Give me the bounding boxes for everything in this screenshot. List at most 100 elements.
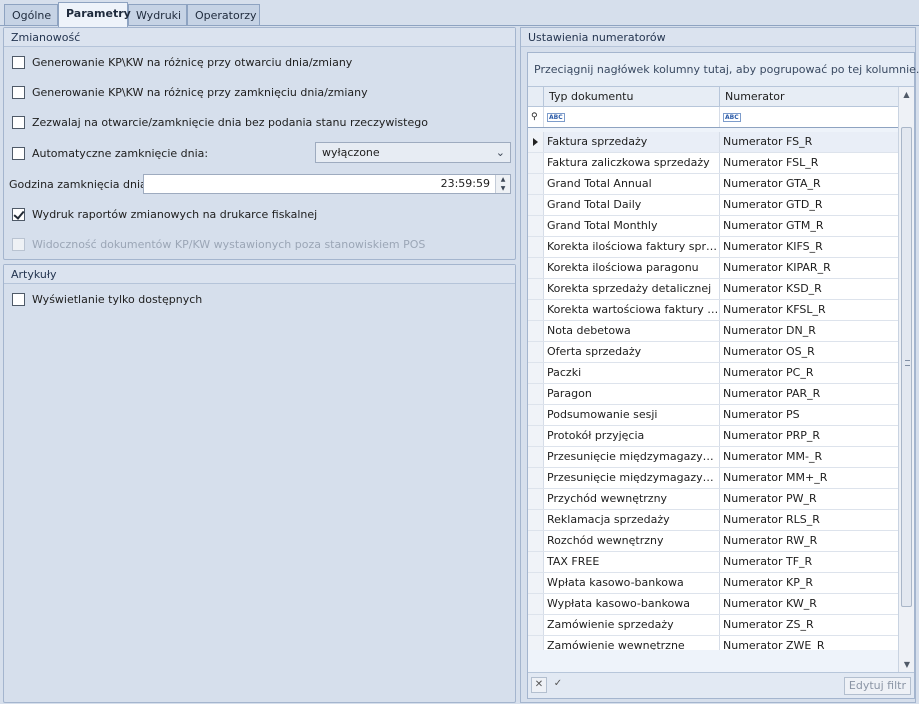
cell-document-type[interactable]: Oferta sprzedaży: [544, 342, 720, 362]
cell-document-type[interactable]: Korekta ilościowa paragonu: [544, 258, 720, 278]
row-indicator[interactable]: [528, 447, 544, 467]
column-header-document-type[interactable]: Typ dokumentu: [544, 87, 720, 106]
table-row[interactable]: Grand Total Monthly Numerator GTM_R: [528, 216, 899, 237]
generate-on-open-row[interactable]: Generowanie KP\KW na różnicę przy otwarc…: [12, 53, 352, 71]
edit-filter-button[interactable]: Edytuj filtr: [843, 677, 911, 695]
row-indicator[interactable]: [528, 636, 544, 650]
table-row[interactable]: Protokół przyjęcia Numerator PRP_R: [528, 426, 899, 447]
row-indicator[interactable]: [528, 552, 544, 572]
cell-numerator[interactable]: Numerator KFSL_R: [720, 300, 899, 320]
filter-pin-icon[interactable]: ⚲: [528, 107, 544, 127]
cell-numerator[interactable]: Numerator OS_R: [720, 342, 899, 362]
enable-filter-checkbox[interactable]: ✓: [550, 677, 566, 693]
cell-document-type[interactable]: Paczki: [544, 363, 720, 383]
table-row[interactable]: Oferta sprzedaży Numerator OS_R: [528, 342, 899, 363]
spin-up-icon[interactable]: ▲: [496, 175, 510, 184]
generate-on-open-checkbox[interactable]: [12, 55, 25, 69]
close-time-field[interactable]: 23:59:59 ▲ ▼: [143, 174, 511, 194]
row-indicator[interactable]: [528, 426, 544, 446]
tab-parameters[interactable]: Parametry: [58, 2, 131, 27]
cell-document-type[interactable]: Grand Total Annual: [544, 174, 720, 194]
cell-numerator[interactable]: Numerator FS_R: [720, 132, 899, 152]
table-row[interactable]: Przesunięcie międzymagazyno... Numerator …: [528, 468, 899, 489]
row-indicator[interactable]: [528, 300, 544, 320]
cell-document-type[interactable]: Korekta ilościowa faktury sprze...: [544, 237, 720, 257]
cell-numerator[interactable]: Numerator ZWE_R: [720, 636, 899, 650]
cell-numerator[interactable]: Numerator KP_R: [720, 573, 899, 593]
cell-numerator[interactable]: Numerator KSD_R: [720, 279, 899, 299]
clear-filter-icon[interactable]: ✕: [531, 677, 547, 693]
cell-document-type[interactable]: Reklamacja sprzedaży: [544, 510, 720, 530]
row-indicator[interactable]: [528, 342, 544, 362]
filter-document-type[interactable]: ABC: [544, 107, 720, 127]
cell-numerator[interactable]: Numerator DN_R: [720, 321, 899, 341]
scroll-thumb[interactable]: [901, 127, 912, 607]
cell-numerator[interactable]: Numerator GTA_R: [720, 174, 899, 194]
cell-numerator[interactable]: Numerator PRP_R: [720, 426, 899, 446]
cell-numerator[interactable]: Numerator MM+_R: [720, 468, 899, 488]
row-indicator[interactable]: [528, 615, 544, 635]
row-indicator[interactable]: [528, 258, 544, 278]
row-indicator[interactable]: [528, 510, 544, 530]
row-indicator[interactable]: [528, 384, 544, 404]
scroll-up-icon[interactable]: ▲: [899, 87, 914, 103]
cell-document-type[interactable]: Podsumowanie sesji: [544, 405, 720, 425]
cell-document-type[interactable]: Grand Total Monthly: [544, 216, 720, 236]
cell-document-type[interactable]: Faktura zaliczkowa sprzedaży: [544, 153, 720, 173]
cell-numerator[interactable]: Numerator RW_R: [720, 531, 899, 551]
spin-down-icon[interactable]: ▼: [496, 184, 510, 193]
cell-document-type[interactable]: Paragon: [544, 384, 720, 404]
tab-printouts[interactable]: Wydruki: [128, 4, 187, 26]
tab-operators[interactable]: Operatorzy: [187, 4, 260, 26]
cell-document-type[interactable]: TAX FREE: [544, 552, 720, 572]
row-indicator[interactable]: [528, 531, 544, 551]
auto-close-select[interactable]: wyłączone ⌄: [315, 142, 511, 163]
row-indicator[interactable]: [528, 216, 544, 236]
cell-numerator[interactable]: Numerator GTD_R: [720, 195, 899, 215]
row-indicator[interactable]: [528, 489, 544, 509]
cell-numerator[interactable]: Numerator PW_R: [720, 489, 899, 509]
auto-close-row[interactable]: Automatyczne zamknięcie dnia:: [12, 144, 208, 162]
row-indicator[interactable]: [528, 321, 544, 341]
row-indicator[interactable]: [528, 132, 544, 152]
table-row[interactable]: Wpłata kasowo-bankowa Numerator KP_R: [528, 573, 899, 594]
row-indicator[interactable]: [528, 279, 544, 299]
auto-close-checkbox[interactable]: [12, 146, 25, 160]
table-row[interactable]: Korekta ilościowa faktury sprze... Numera…: [528, 237, 899, 258]
cell-document-type[interactable]: Wpłata kasowo-bankowa: [544, 573, 720, 593]
filter-numerator[interactable]: ABC: [720, 107, 899, 127]
cell-numerator[interactable]: Numerator PAR_R: [720, 384, 899, 404]
table-row[interactable]: Paragon Numerator PAR_R: [528, 384, 899, 405]
generate-on-close-checkbox[interactable]: [12, 85, 25, 99]
table-row[interactable]: Zamówienie sprzedaży Numerator ZS_R: [528, 615, 899, 636]
cell-document-type[interactable]: Przesunięcie międzymagazyno...: [544, 468, 720, 488]
cell-numerator[interactable]: Numerator TF_R: [720, 552, 899, 572]
cell-document-type[interactable]: Przesunięcie międzymagazyno...: [544, 447, 720, 467]
table-row[interactable]: Wypłata kasowo-bankowa Numerator KW_R: [528, 594, 899, 615]
cell-document-type[interactable]: Protokół przyjęcia: [544, 426, 720, 446]
close-time-spinner[interactable]: ▲ ▼: [495, 175, 510, 193]
table-row[interactable]: Grand Total Daily Numerator GTD_R: [528, 195, 899, 216]
only-available-row[interactable]: Wyświetlanie tylko dostępnych: [12, 290, 202, 308]
row-indicator[interactable]: [528, 363, 544, 383]
cell-numerator[interactable]: Numerator MM-_R: [720, 447, 899, 467]
table-row[interactable]: Korekta sprzedaży detalicznej Numerator K…: [528, 279, 899, 300]
cell-document-type[interactable]: Grand Total Daily: [544, 195, 720, 215]
only-available-checkbox[interactable]: [12, 292, 25, 306]
row-indicator[interactable]: [528, 237, 544, 257]
table-row[interactable]: TAX FREE Numerator TF_R: [528, 552, 899, 573]
cell-numerator[interactable]: Numerator GTM_R: [720, 216, 899, 236]
table-row[interactable]: Faktura sprzedaży Numerator FS_R: [528, 132, 899, 153]
cell-document-type[interactable]: Korekta sprzedaży detalicznej: [544, 279, 720, 299]
cell-numerator[interactable]: Numerator KIPAR_R: [720, 258, 899, 278]
row-indicator[interactable]: [528, 174, 544, 194]
cell-numerator[interactable]: Numerator FSL_R: [720, 153, 899, 173]
row-indicator[interactable]: [528, 468, 544, 488]
row-indicator[interactable]: [528, 405, 544, 425]
allow-without-state-checkbox[interactable]: [12, 115, 25, 129]
table-row[interactable]: Grand Total Annual Numerator GTA_R: [528, 174, 899, 195]
row-indicator[interactable]: [528, 594, 544, 614]
table-row[interactable]: Reklamacja sprzedaży Numerator RLS_R: [528, 510, 899, 531]
cell-document-type[interactable]: Zamówienie sprzedaży: [544, 615, 720, 635]
table-row[interactable]: Nota debetowa Numerator DN_R: [528, 321, 899, 342]
